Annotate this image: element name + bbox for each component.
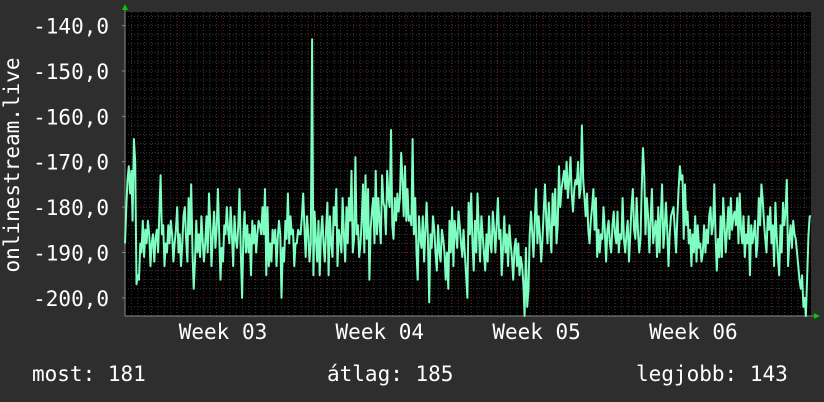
- y-tick-label: -140,0: [33, 15, 109, 39]
- x-axis-arrow-icon: [814, 313, 820, 319]
- stat-now: most: 181: [32, 362, 146, 386]
- line-chart: -140,0 -150,0 -160,0 -170,0 -180,0 -190,0 -200…: [0, 4, 820, 344]
- chart-panel: -140,0 -150,0 -160,0 -170,0 -180,0 -190,0 -200…: [0, 0, 824, 402]
- stat-avg-value: 185: [415, 362, 454, 386]
- x-axis-ticks: Week 03 Week 04 Week 05 Week 06: [179, 320, 738, 344]
- y-tick-label: -150,0: [33, 60, 109, 84]
- y-axis-arrow-icon: [122, 4, 128, 10]
- x-tick-label: Week 05: [492, 320, 581, 344]
- y-tick-label: -200,0: [33, 287, 109, 311]
- stat-now-label: most:: [32, 362, 96, 386]
- x-tick-label: Week 06: [649, 320, 738, 344]
- y-tick-label: -160,0: [33, 105, 109, 129]
- stat-max-label: legjobb:: [636, 362, 738, 386]
- y-tick-label: -190,0: [33, 241, 109, 265]
- stat-max: legjobb: 143: [636, 362, 788, 386]
- stat-avg-label: átlag:: [327, 362, 403, 386]
- stat-now-value: 181: [107, 362, 146, 386]
- x-tick-label: Week 03: [179, 320, 268, 344]
- y-axis-ticks: -140,0 -150,0 -160,0 -170,0 -180,0 -190,0 -200…: [33, 15, 125, 311]
- x-tick-label: Week 04: [336, 320, 425, 344]
- y-tick-label: -170,0: [33, 151, 109, 175]
- stat-avg: átlag: 185: [327, 362, 453, 386]
- stat-max-value: 143: [749, 362, 788, 386]
- y-tick-label: -180,0: [33, 196, 109, 220]
- y-axis-label: onlinestream.live: [0, 58, 24, 273]
